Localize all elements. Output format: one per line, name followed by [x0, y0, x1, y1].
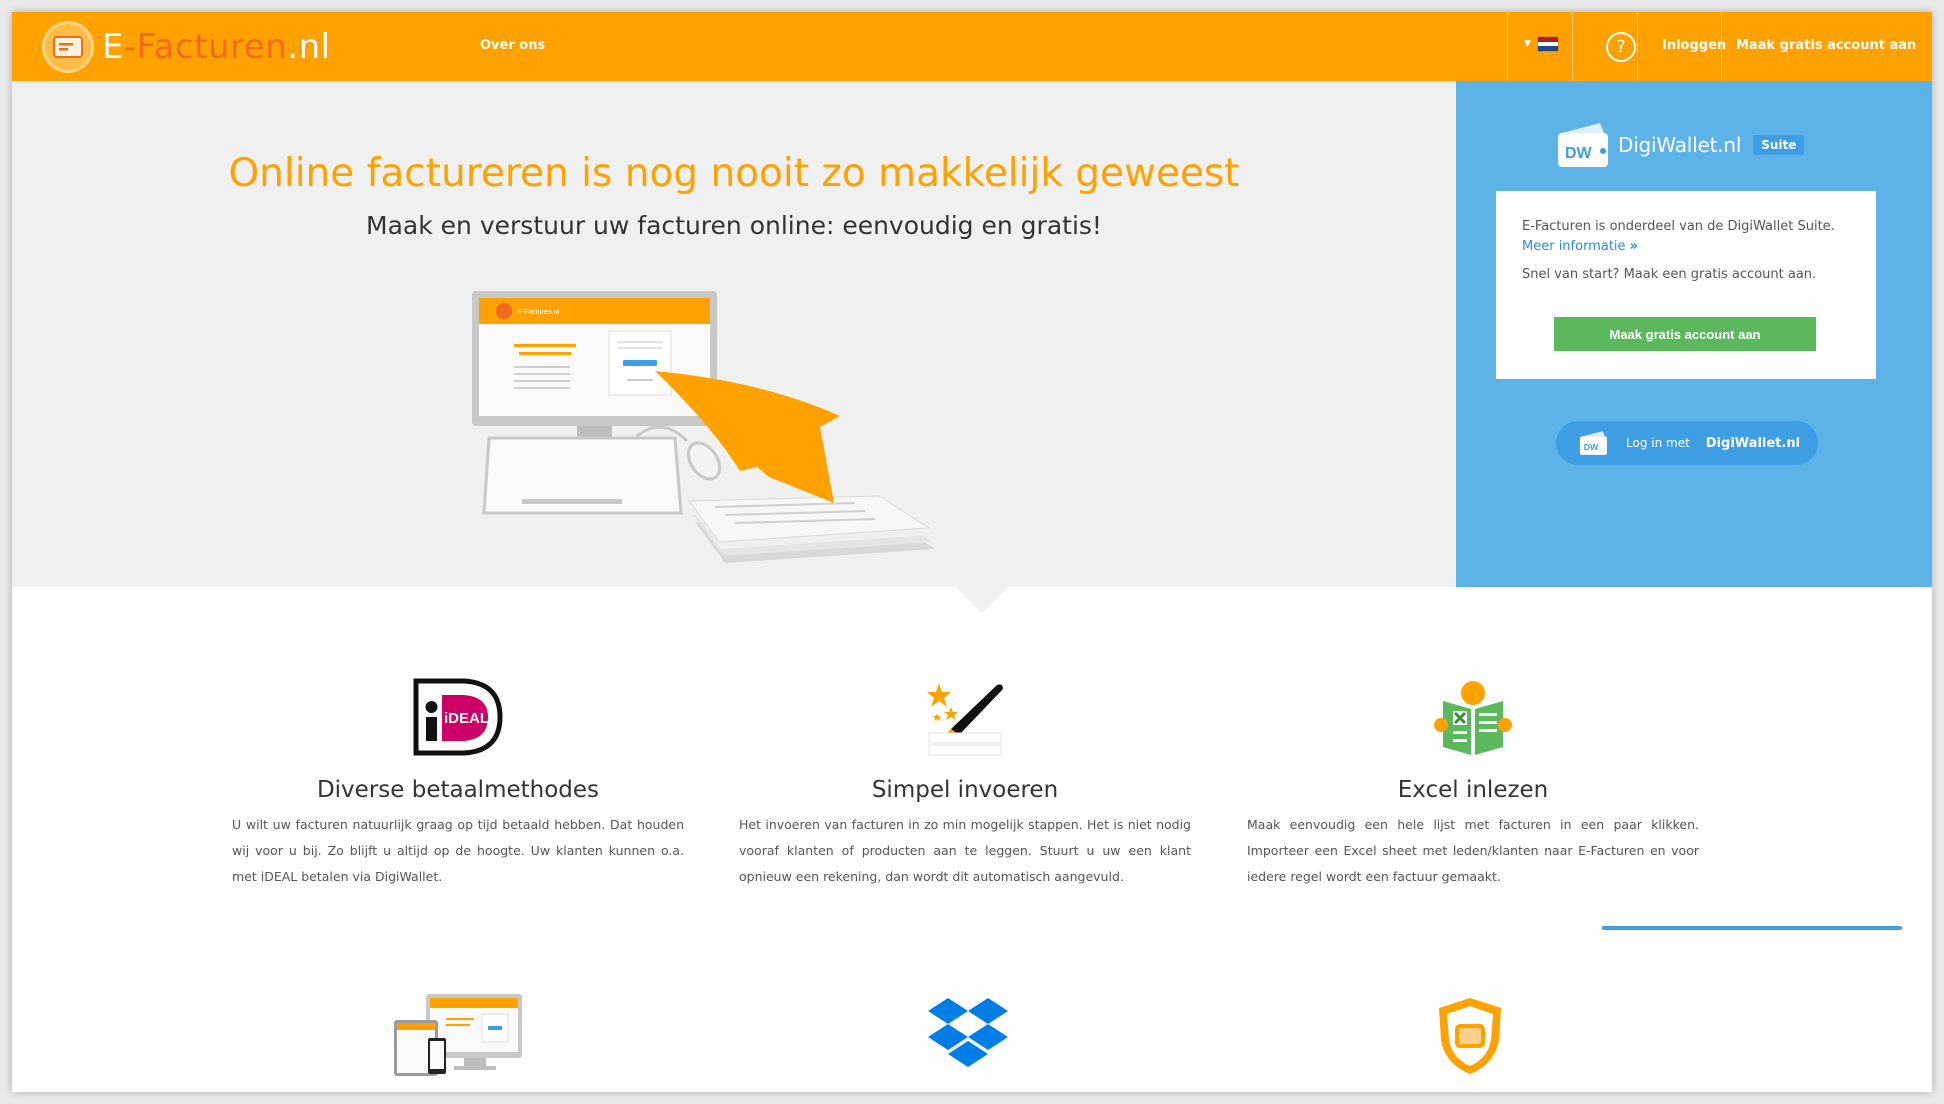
- feature-payment-methods: iDEAL Diverse betaalmethodes U wilt uw f…: [232, 677, 684, 897]
- feature-title: Excel inlezen: [1397, 777, 1549, 803]
- language-select[interactable]: ▼: [1524, 36, 1559, 52]
- digiwallet-brand: DW DigiWallet.nl Suite: [1556, 121, 1805, 169]
- page: E-Facturen.nl Over ons ▼ ? Inloggen Maak…: [12, 12, 1932, 1092]
- question-mark-icon: ?: [1616, 37, 1626, 57]
- invoice-logo-icon: [42, 21, 94, 73]
- suite-badge: Suite: [1753, 135, 1805, 155]
- shield-icon: [1437, 996, 1503, 1080]
- top-navigation-bar: E-Facturen.nl Over ons ▼ ? Inloggen Maak…: [12, 12, 1932, 81]
- mockup-brand-label: E-Facturen.nl: [517, 309, 559, 316]
- digiwallet-wallet-icon: DW: [1579, 431, 1607, 455]
- feature-simple-entry: Simpel invoeren Het invoeren van facture…: [739, 677, 1191, 897]
- dropbox-icon: [927, 996, 1009, 1078]
- flag-netherlands-icon: [1536, 36, 1559, 52]
- accent-bar: [1602, 926, 1902, 930]
- feature-description: Het invoeren van facturen in zo min moge…: [739, 817, 1191, 884]
- digiwallet-wallet-icon: DW: [1558, 123, 1608, 167]
- help-button[interactable]: ?: [1606, 32, 1636, 62]
- feature-excel-import: Excel inlezen Maak eenvoudig een hele li…: [1247, 677, 1699, 897]
- login-with-brand: DigiWallet.nl: [1705, 435, 1801, 451]
- hero-title: Online factureren is nog nooit zo makkel…: [228, 151, 1240, 196]
- more-info-link[interactable]: Meer informatie »: [1522, 239, 1638, 254]
- digiwallet-info-card: E-Facturen is onderdeel van de DigiWalle…: [1496, 191, 1876, 379]
- computer-invoice-illustration: E-Facturen.nl: [457, 281, 997, 585]
- ideal-logo-text: iDEAL: [444, 710, 489, 727]
- nav-divider: [1721, 12, 1722, 81]
- section-pointer: [956, 587, 1008, 613]
- brand-name: E-Facturen.nl: [102, 27, 331, 67]
- login-with-digiwallet-button[interactable]: DW Log in met DigiWallet.nl: [1556, 421, 1818, 465]
- nav-link-about[interactable]: Over ons: [480, 38, 545, 53]
- digiwallet-name: DigiWallet.nl: [1618, 133, 1742, 157]
- feature-description: Maak eenvoudig een hele lijst met factur…: [1247, 817, 1699, 884]
- pen-stars-icon: [739, 677, 1191, 761]
- devices-icon: [394, 992, 524, 1080]
- nav-divider: [1637, 12, 1638, 81]
- caret-down-icon: ▼: [1524, 39, 1531, 49]
- quick-start-text: Snel van start? Maak een gratis account …: [1522, 267, 1817, 282]
- hero-section: Online factureren is nog nooit zo makkel…: [12, 81, 1456, 587]
- digiwallet-panel: DW DigiWallet.nl Suite E-Facturen is ond…: [1456, 81, 1932, 587]
- feature-title: Diverse betaalmethodes: [316, 777, 600, 803]
- ideal-icon: iDEAL: [232, 677, 684, 761]
- login-link[interactable]: Inloggen: [1662, 38, 1726, 53]
- excel-reader-icon: [1247, 677, 1699, 761]
- signup-link[interactable]: Maak gratis account aan: [1736, 38, 1916, 53]
- double-chevron-right-icon: »: [1629, 239, 1639, 254]
- login-with-label: Log in met: [1626, 436, 1690, 450]
- create-account-button[interactable]: Maak gratis account aan: [1554, 317, 1816, 351]
- svg-text:DW: DW: [1565, 145, 1593, 162]
- svg-text:DW: DW: [1584, 442, 1599, 452]
- nav-divider: [1572, 12, 1573, 81]
- hero-subtitle: Maak en verstuur uw facturen online: een…: [366, 211, 1102, 240]
- digiwallet-info-text: E-Facturen is onderdeel van de DigiWalle…: [1522, 219, 1835, 254]
- brand-logo[interactable]: E-Facturen.nl: [42, 20, 331, 74]
- feature-description: U wilt uw facturen natuurlijk graag op t…: [232, 817, 684, 884]
- nav-divider: [1507, 12, 1508, 81]
- feature-title: Simpel invoeren: [871, 777, 1059, 803]
